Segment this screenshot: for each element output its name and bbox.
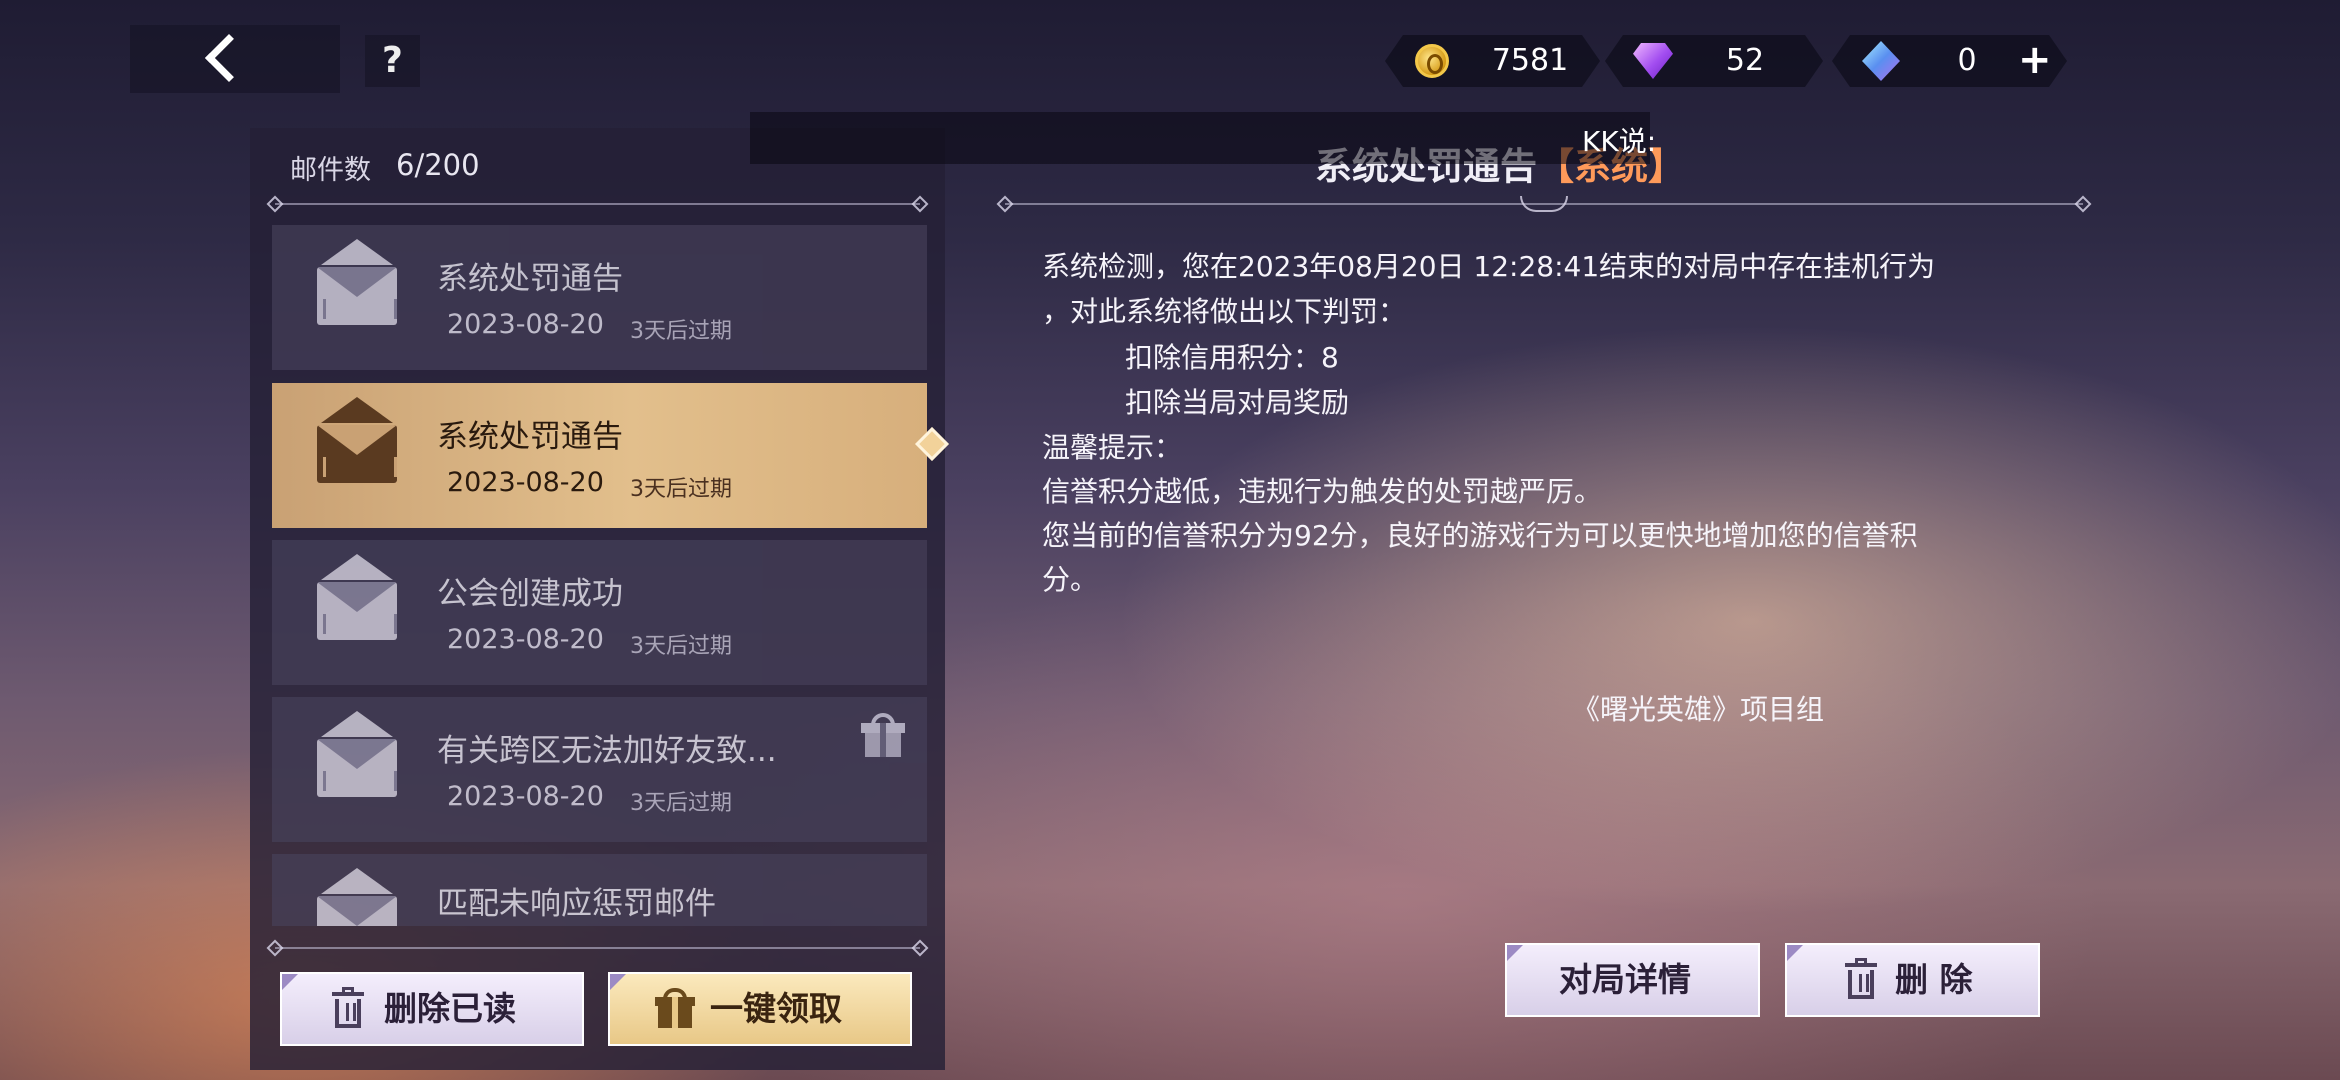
- mail-body-line: 系统检测，您在2023年08月20日 12:28:41结束的对局中存在挂机行为: [1042, 250, 1936, 283]
- mail-item[interactable]: 匹配未响应惩罚邮件: [272, 854, 927, 926]
- mail-date: 2023-08-20: [447, 781, 604, 812]
- trash-icon: [332, 987, 364, 1028]
- gem-value: 52: [1725, 43, 1765, 78]
- crystal-counter: 0 +: [1832, 35, 2067, 87]
- trash-icon: [1845, 958, 1877, 999]
- mail-date: 2023-08-20: [447, 309, 604, 340]
- mail-signature: 《曙光英雄》项目组: [1572, 693, 1825, 726]
- gold-coin-value: 7581: [1491, 43, 1569, 78]
- mail-count-label: 邮件数: [290, 155, 371, 186]
- mail-count-value: 6/200: [396, 148, 480, 182]
- gem-counter: 52: [1605, 35, 1823, 87]
- mail-expire: 3天后过期: [630, 477, 732, 502]
- gold-coin-icon: [1415, 44, 1449, 78]
- mail-title: 匹配未响应惩罚邮件: [437, 886, 716, 922]
- mail-title: 系统处罚通告: [437, 261, 623, 297]
- title-ornament: [1520, 196, 1568, 212]
- mail-title: 公会创建成功: [437, 576, 623, 612]
- claim-all-label: 一键领取: [710, 989, 842, 1028]
- envelope-icon: [317, 554, 405, 656]
- delete-mail-button[interactable]: 删 除: [1785, 943, 2040, 1017]
- mail-body-line: 您当前的信誉积分为92分，良好的游戏行为可以更快地增加您的信誉积: [1042, 519, 1918, 552]
- mail-expire: 3天后过期: [630, 319, 732, 344]
- mail-title: 有关跨区无法加好友致...: [437, 733, 777, 769]
- gold-coin-counter: 7581: [1385, 35, 1600, 87]
- blue-crystal-icon: [1862, 41, 1900, 81]
- delete-read-button[interactable]: 删除已读: [280, 972, 584, 1046]
- gift-attachment-icon: [861, 713, 905, 757]
- envelope-icon: [317, 239, 405, 341]
- purple-gem-icon: [1633, 43, 1673, 79]
- mail-list-bottom-divider: [275, 947, 920, 949]
- mail-expire: 3天后过期: [630, 791, 732, 816]
- crystal-value: 0: [1957, 43, 1977, 78]
- claim-all-button[interactable]: 一键领取: [608, 972, 912, 1046]
- delete-read-label: 删除已读: [384, 989, 516, 1028]
- mail-expire: 3天后过期: [630, 634, 732, 659]
- match-details-label: 对局详情: [1559, 960, 1691, 999]
- match-details-button[interactable]: 对局详情: [1505, 943, 1760, 1017]
- delete-mail-label: 删 除: [1895, 960, 1973, 999]
- mail-date: 2023-08-20: [447, 467, 604, 498]
- chevron-left-icon: [204, 33, 254, 83]
- mail-body-line: 扣除当局对局奖励: [1125, 386, 1350, 419]
- envelope-icon: [317, 397, 405, 499]
- mail-body-line: 温馨提示：: [1042, 431, 1183, 464]
- envelope-icon: [317, 711, 405, 813]
- gift-icon: [655, 988, 695, 1028]
- add-currency-plus-icon[interactable]: +: [2018, 35, 2052, 87]
- help-button[interactable]: ?: [365, 35, 420, 87]
- mail-date: 2023-08-20: [447, 624, 604, 655]
- mail-item-selected[interactable]: 系统处罚通告 2023-08-20 3天后过期: [272, 383, 927, 528]
- chat-overlay-bar: [750, 112, 1650, 164]
- mail-body-line: ，对此系统将做出以下判罚：: [1042, 295, 1407, 328]
- mail-item[interactable]: 公会创建成功 2023-08-20 3天后过期: [272, 540, 927, 685]
- mail-body-line: 扣除信用积分：8: [1125, 341, 1339, 374]
- mail-item[interactable]: 系统处罚通告 2023-08-20 3天后过期: [272, 225, 927, 370]
- mail-body-line: 分。: [1042, 563, 1099, 596]
- mail-item[interactable]: 有关跨区无法加好友致... 2023-08-20 3天后过期: [272, 697, 927, 842]
- mail-list-top-divider: [275, 203, 920, 205]
- back-button[interactable]: [130, 25, 340, 93]
- mail-title: 系统处罚通告: [437, 419, 623, 455]
- chat-overlay-text: KK说:: [1582, 125, 1657, 158]
- mail-body-line: 信誉积分越低，违规行为触发的处罚越严厉。: [1042, 475, 1603, 508]
- envelope-icon: [317, 868, 405, 926]
